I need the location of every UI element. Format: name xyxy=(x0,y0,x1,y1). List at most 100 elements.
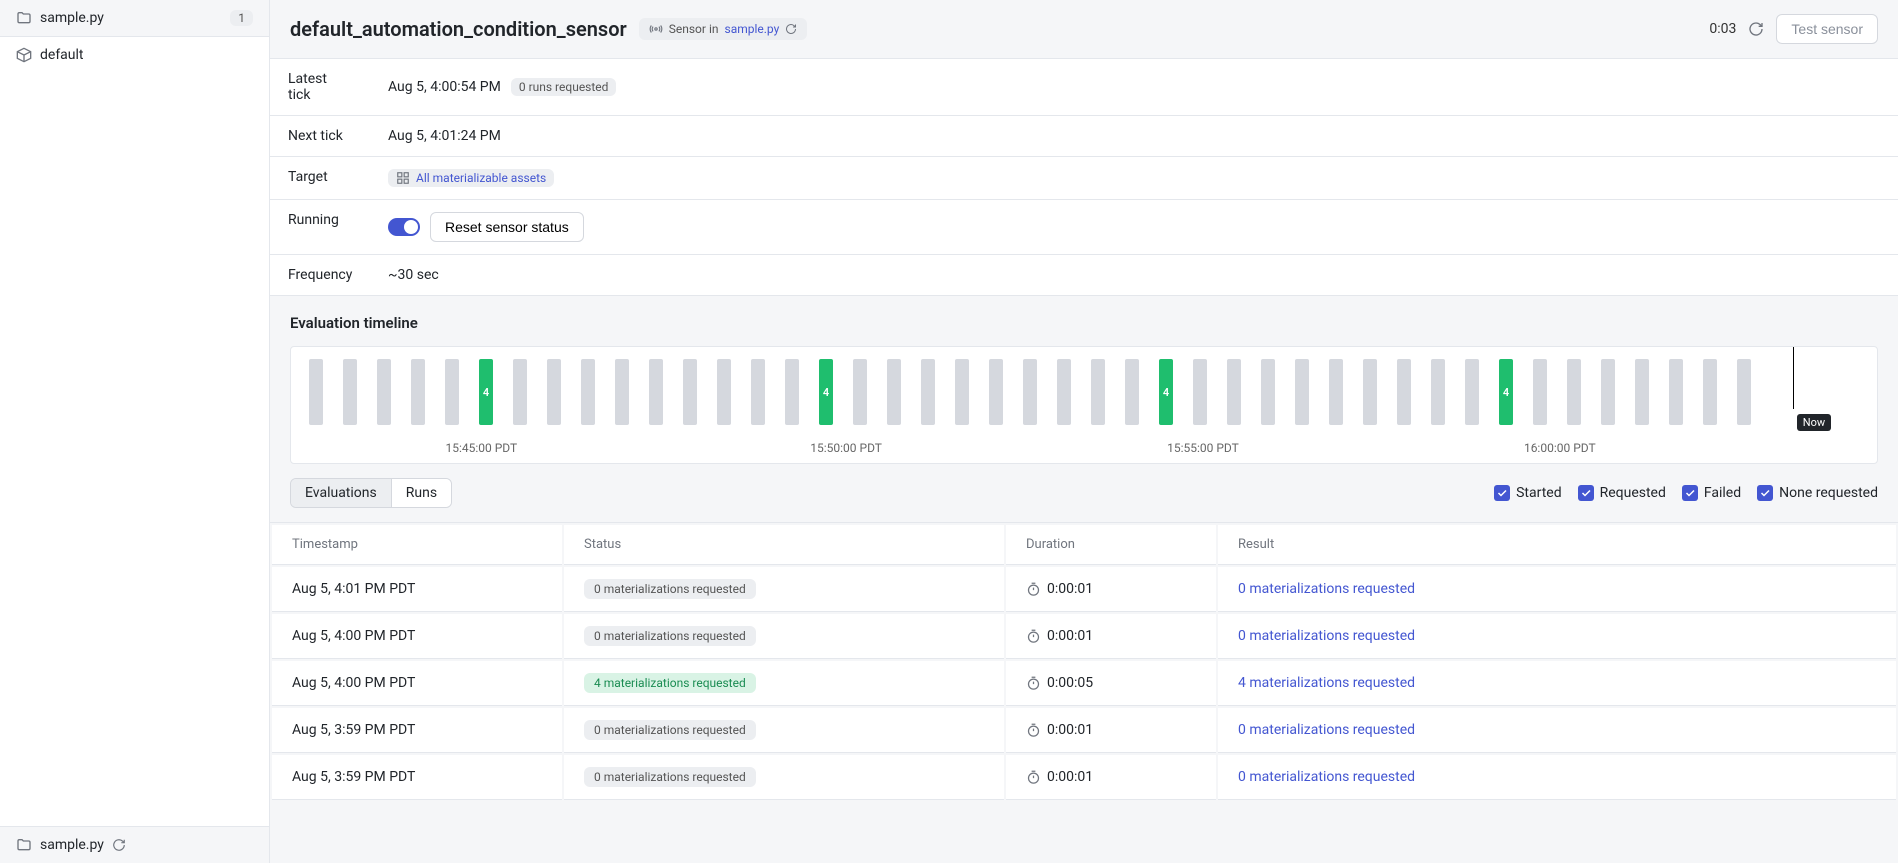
filter-started[interactable]: Started xyxy=(1494,485,1562,501)
open-icon[interactable] xyxy=(785,23,797,35)
refresh-icon[interactable] xyxy=(1748,21,1764,37)
filter-requested[interactable]: Requested xyxy=(1578,485,1666,501)
timeline-bar[interactable] xyxy=(853,359,867,425)
sidebar-item-label: default xyxy=(40,47,253,63)
timeline-bar[interactable] xyxy=(615,359,629,425)
filter-failed[interactable]: Failed xyxy=(1682,485,1741,501)
timeline-bar[interactable] xyxy=(955,359,969,425)
timeline-bar[interactable] xyxy=(445,359,459,425)
timeline-bar[interactable] xyxy=(1601,359,1615,425)
timeline-tick: 15:50:00 PDT xyxy=(810,441,882,455)
timeline-bar[interactable] xyxy=(343,359,357,425)
cell-timestamp: Aug 5, 3:59 PM PDT xyxy=(272,755,562,800)
sidebar-footer: sample.py xyxy=(0,826,269,863)
timeline-section: Evaluation timeline 4 4 4 4 Now 15:45:00 PD… xyxy=(270,296,1898,464)
timeline-bar[interactable] xyxy=(751,359,765,425)
sidebar: sample.py 1 default sample.py xyxy=(0,0,270,863)
refresh-icon[interactable] xyxy=(112,838,126,852)
timeline-bar[interactable] xyxy=(377,359,391,425)
timeline-bar[interactable] xyxy=(1533,359,1547,425)
tab-runs[interactable]: Runs xyxy=(392,479,451,507)
timeline-title: Evaluation timeline xyxy=(290,314,1878,332)
table-row[interactable]: Aug 5, 3:59 PM PDT 0 materializations req… xyxy=(272,755,1896,800)
timeline-bar[interactable] xyxy=(309,359,323,425)
timeline-bar[interactable] xyxy=(1329,359,1343,425)
timeline-bar[interactable] xyxy=(1431,359,1445,425)
main: default_automation_condition_sensor Sens… xyxy=(270,0,1898,863)
sidebar-item-default[interactable]: default xyxy=(0,36,269,73)
table-row[interactable]: Aug 5, 3:59 PM PDT0 materializations req… xyxy=(272,708,1896,753)
running-toggle[interactable] xyxy=(388,218,420,236)
timeline-bar[interactable] xyxy=(1737,359,1751,425)
timeline-bar[interactable] xyxy=(1193,359,1207,425)
cell-duration: 0:00:01 xyxy=(1006,755,1216,800)
timeline-bar[interactable]: 4 xyxy=(1499,359,1513,425)
stopwatch-icon xyxy=(1026,770,1041,785)
timeline-bar[interactable] xyxy=(1465,359,1479,425)
timeline-bar[interactable]: 4 xyxy=(479,359,493,425)
reset-sensor-button[interactable]: Reset sensor status xyxy=(430,212,584,242)
timeline-bar[interactable] xyxy=(989,359,1003,425)
test-sensor-button[interactable]: Test sensor xyxy=(1776,14,1878,44)
details-table: Latest tick Aug 5, 4:00:54 PM 0 runs req… xyxy=(270,58,1898,296)
timeline-bar[interactable]: 4 xyxy=(1159,359,1173,425)
evaluations-table: Timestamp Status Duration Result Aug 5, … xyxy=(270,522,1898,802)
timeline-bar[interactable] xyxy=(547,359,561,425)
timeline-bar[interactable] xyxy=(1295,359,1309,425)
result-link[interactable]: 0 materializations requested xyxy=(1238,769,1415,785)
table-row[interactable]: Aug 5, 4:00 PM PDT4 materializations req… xyxy=(272,661,1896,706)
timeline-bar[interactable] xyxy=(683,359,697,425)
details-label: Target xyxy=(270,157,370,199)
runs-requested-pill: 0 runs requested xyxy=(511,78,617,96)
timeline-bar[interactable] xyxy=(1227,359,1241,425)
timeline-bar[interactable] xyxy=(717,359,731,425)
timeline-bar[interactable] xyxy=(513,359,527,425)
table-row[interactable]: Aug 5, 4:01 PM PDT0 materializations req… xyxy=(272,567,1896,612)
timeline-bar[interactable] xyxy=(581,359,595,425)
timeline-bar[interactable] xyxy=(1125,359,1139,425)
timeline-bar[interactable] xyxy=(921,359,935,425)
timeline-bar[interactable] xyxy=(649,359,663,425)
timeline-bar[interactable] xyxy=(1091,359,1105,425)
timeline-tick: 15:45:00 PDT xyxy=(445,441,517,455)
target-pill[interactable]: All materializable assets xyxy=(388,169,554,187)
result-link[interactable]: 0 materializations requested xyxy=(1238,628,1415,644)
result-link[interactable]: 0 materializations requested xyxy=(1238,722,1415,738)
timeline-bar[interactable] xyxy=(1261,359,1275,425)
timeline-bar[interactable]: 4 xyxy=(819,359,833,425)
timeline-bar[interactable] xyxy=(1567,359,1581,425)
timeline-bar[interactable] xyxy=(887,359,901,425)
page-title: default_automation_condition_sensor xyxy=(290,17,627,41)
details-label: Frequency xyxy=(270,255,370,295)
timeline-bar[interactable] xyxy=(1023,359,1037,425)
checkbox-icon xyxy=(1578,485,1594,501)
checkbox-icon xyxy=(1494,485,1510,501)
timeline-bar[interactable] xyxy=(1057,359,1071,425)
tab-evaluations[interactable]: Evaluations xyxy=(291,479,392,507)
sidebar-footer-label: sample.py xyxy=(40,837,104,853)
evaluation-timeline[interactable]: 4 4 4 4 Now xyxy=(291,347,1877,435)
tag-link[interactable]: sample.py xyxy=(725,22,780,36)
filter-none-requested[interactable]: None requested xyxy=(1757,485,1878,501)
timeline-bar[interactable] xyxy=(411,359,425,425)
now-line xyxy=(1793,347,1794,409)
cell-timestamp: Aug 5, 4:00 PM PDT xyxy=(272,614,562,659)
result-link[interactable]: 4 materializations requested xyxy=(1238,675,1415,691)
countdown: 0:03 xyxy=(1709,21,1736,37)
cube-icon xyxy=(16,47,32,63)
cell-status: 0 materializations requested xyxy=(564,708,1004,753)
table-row[interactable]: Aug 5, 4:00 PM PDT 0 materializations req… xyxy=(272,614,1896,659)
timeline-bar[interactable] xyxy=(1669,359,1683,425)
col-result: Result xyxy=(1218,525,1896,565)
sidebar-item-samplepy[interactable]: sample.py 1 xyxy=(0,0,269,36)
result-link[interactable]: 0 materializations requested xyxy=(1238,581,1415,597)
tag-prefix: Sensor in xyxy=(669,22,719,36)
timeline-bar[interactable] xyxy=(1397,359,1411,425)
now-label: Now xyxy=(1797,414,1831,431)
timeline-bar[interactable] xyxy=(1363,359,1377,425)
timeline-bar[interactable] xyxy=(785,359,799,425)
timeline-bar[interactable] xyxy=(1703,359,1717,425)
timeline-bar[interactable] xyxy=(1635,359,1649,425)
folder-icon xyxy=(16,10,32,26)
timeline-axis: 15:45:00 PDT15:50:00 PDT15:55:00 PDT16:0… xyxy=(291,435,1877,463)
